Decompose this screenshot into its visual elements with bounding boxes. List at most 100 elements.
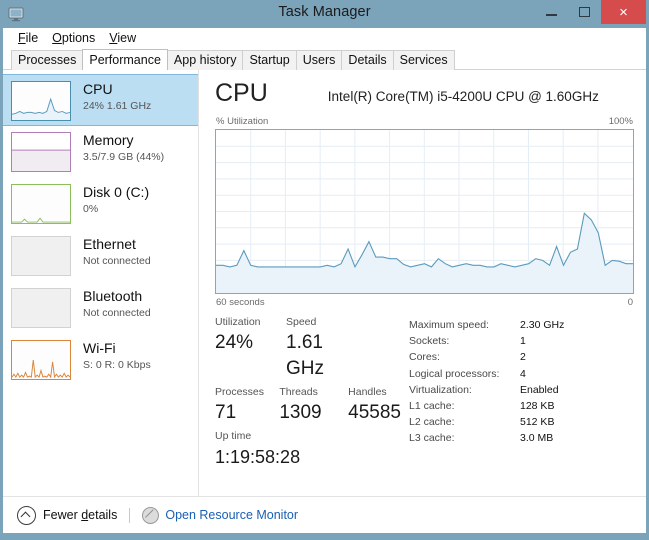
spec-key: Sockets:	[409, 333, 520, 349]
status-bar: Fewer details Open Resource Monitor	[3, 496, 646, 533]
fewer-details-button[interactable]: Fewer details	[17, 506, 117, 525]
window-controls: ×	[535, 0, 649, 28]
stats-row-3: Up time 1:19:58:28	[215, 429, 401, 470]
menu-options[interactable]: Options	[45, 31, 102, 45]
open-resource-monitor-label: Open Resource Monitor	[165, 508, 298, 522]
spec-key: Virtualization:	[409, 382, 520, 398]
spec-row: Maximum speed: 2.30 GHz	[409, 317, 634, 333]
stats-section: Utilization 24% Speed 1.61 GHz Processes	[215, 315, 634, 473]
graph-axis-labels: % Utilization 100%	[215, 112, 634, 129]
menu-file[interactable]: File	[11, 31, 45, 45]
sidebar-bluetooth-title: Bluetooth	[83, 287, 151, 305]
close-button[interactable]: ×	[601, 0, 646, 24]
sidebar-cpu-sub: 24% 1.61 GHz	[83, 99, 151, 114]
page-title: CPU	[215, 78, 268, 108]
menu-view[interactable]: View	[102, 31, 143, 45]
open-resource-monitor-link[interactable]: Open Resource Monitor	[142, 507, 298, 524]
spec-key: Maximum speed:	[409, 317, 520, 333]
stats-left-column: Utilization 24% Speed 1.61 GHz Processes	[215, 315, 401, 473]
sidebar-memory-title: Memory	[83, 131, 164, 149]
sidebar-ethernet-title: Ethernet	[83, 235, 151, 253]
detail-header: CPU Intel(R) Core(TM) i5-4200U CPU @ 1.6…	[215, 78, 634, 112]
graph-time-end: 0	[628, 297, 633, 308]
spec-key: Logical processors:	[409, 366, 520, 382]
stat-utilization: Utilization 24%	[215, 315, 286, 382]
spec-row: L2 cache: 512 KB	[409, 414, 634, 430]
tab-processes[interactable]: Processes	[11, 50, 83, 70]
sidebar-item-cpu[interactable]: CPU 24% 1.61 GHz	[3, 74, 198, 126]
processes-label: Processes	[215, 385, 279, 400]
specs-list: Maximum speed: 2.30 GHz Sockets: 1 Cores…	[401, 315, 634, 473]
sidebar-wifi-title: Wi-Fi	[83, 339, 151, 357]
maximize-button[interactable]	[568, 0, 601, 24]
spec-value: 2.30 GHz	[520, 317, 564, 333]
graph-time-labels: 60 seconds 0	[215, 294, 634, 308]
cpu-model: Intel(R) Core(TM) i5-4200U CPU @ 1.60GHz	[328, 89, 599, 104]
sidebar-item-ethernet[interactable]: Ethernet Not connected	[3, 230, 198, 282]
stat-handles: Handles 45585	[348, 385, 401, 426]
sidebar-item-memory[interactable]: Memory 3.5/7.9 GB (44%)	[3, 126, 198, 178]
tab-users[interactable]: Users	[296, 50, 343, 70]
speed-label: Speed	[286, 315, 362, 330]
tab-strip: Processes Performance App history Startu…	[3, 48, 646, 70]
spec-row: Virtualization: Enabled	[409, 382, 634, 398]
ethernet-thumbnail	[11, 236, 71, 276]
spec-key: L2 cache:	[409, 414, 520, 430]
spec-value: 4	[520, 366, 526, 382]
spec-value: 128 KB	[520, 398, 554, 414]
threads-value: 1309	[279, 400, 348, 426]
sidebar-item-bluetooth[interactable]: Bluetooth Not connected	[3, 282, 198, 334]
stat-uptime: Up time 1:19:58:28	[215, 429, 300, 470]
fewer-details-label: Fewer details	[43, 508, 117, 522]
sidebar-wifi-sub: S: 0 R: 0 Kbps	[83, 358, 151, 373]
graph-y-label: % Utilization	[216, 116, 268, 127]
speed-value: 1.61 GHz	[286, 330, 362, 382]
minimize-button[interactable]	[535, 0, 568, 24]
sidebar-item-disk-0-c[interactable]: Disk 0 (C:) 0%	[3, 178, 198, 230]
processes-value: 71	[215, 400, 279, 426]
sidebar-bluetooth-sub: Not connected	[83, 306, 151, 321]
resource-monitor-icon	[142, 507, 159, 524]
tab-app-history[interactable]: App history	[167, 50, 244, 70]
stat-processes: Processes 71	[215, 385, 279, 426]
tab-performance[interactable]: Performance	[82, 49, 168, 70]
sidebar-cpu-title: CPU	[83, 80, 151, 98]
spec-value: 3.0 MB	[520, 430, 553, 446]
spec-row: L1 cache: 128 KB	[409, 398, 634, 414]
spec-value: 512 KB	[520, 414, 554, 430]
spec-value: 1	[520, 333, 526, 349]
ethernet-labels: Ethernet Not connected	[83, 234, 151, 269]
memory-labels: Memory 3.5/7.9 GB (44%)	[83, 130, 164, 165]
chevron-up-icon	[17, 506, 36, 525]
menu-bar: File Options View	[3, 28, 646, 48]
memory-thumbnail	[11, 132, 71, 172]
spec-row: Sockets: 1	[409, 333, 634, 349]
utilization-value: 24%	[215, 330, 286, 356]
resource-sidebar: CPU 24% 1.61 GHz Memory 3.5/7	[3, 70, 199, 496]
uptime-label: Up time	[215, 429, 300, 444]
spec-key: L3 cache:	[409, 430, 520, 446]
title-bar: Task Manager ×	[0, 0, 649, 28]
handles-value: 45585	[348, 400, 401, 426]
wifi-labels: Wi-Fi S: 0 R: 0 Kbps	[83, 338, 151, 373]
spec-value: Enabled	[520, 382, 559, 398]
disk-labels: Disk 0 (C:) 0%	[83, 182, 149, 217]
sidebar-memory-sub: 3.5/7.9 GB (44%)	[83, 150, 164, 165]
wifi-thumbnail	[11, 340, 71, 380]
cpu-utilization-graph	[215, 129, 634, 294]
tab-details[interactable]: Details	[341, 50, 393, 70]
tab-services[interactable]: Services	[393, 50, 455, 70]
maximize-icon	[579, 7, 590, 17]
spec-row: L3 cache: 3.0 MB	[409, 430, 634, 446]
handles-label: Handles	[348, 385, 401, 400]
stats-row-2: Processes 71 Threads 1309 Handles 45585	[215, 385, 401, 426]
sidebar-item-wi-fi[interactable]: Wi-Fi S: 0 R: 0 Kbps	[3, 334, 198, 386]
sidebar-disk-sub: 0%	[83, 202, 149, 217]
stat-threads: Threads 1309	[279, 385, 348, 426]
sidebar-disk-title: Disk 0 (C:)	[83, 183, 149, 201]
bluetooth-thumbnail	[11, 288, 71, 328]
graph-y-max: 100%	[609, 116, 633, 127]
minimize-icon	[546, 14, 557, 16]
spec-key: L1 cache:	[409, 398, 520, 414]
tab-startup[interactable]: Startup	[242, 50, 296, 70]
